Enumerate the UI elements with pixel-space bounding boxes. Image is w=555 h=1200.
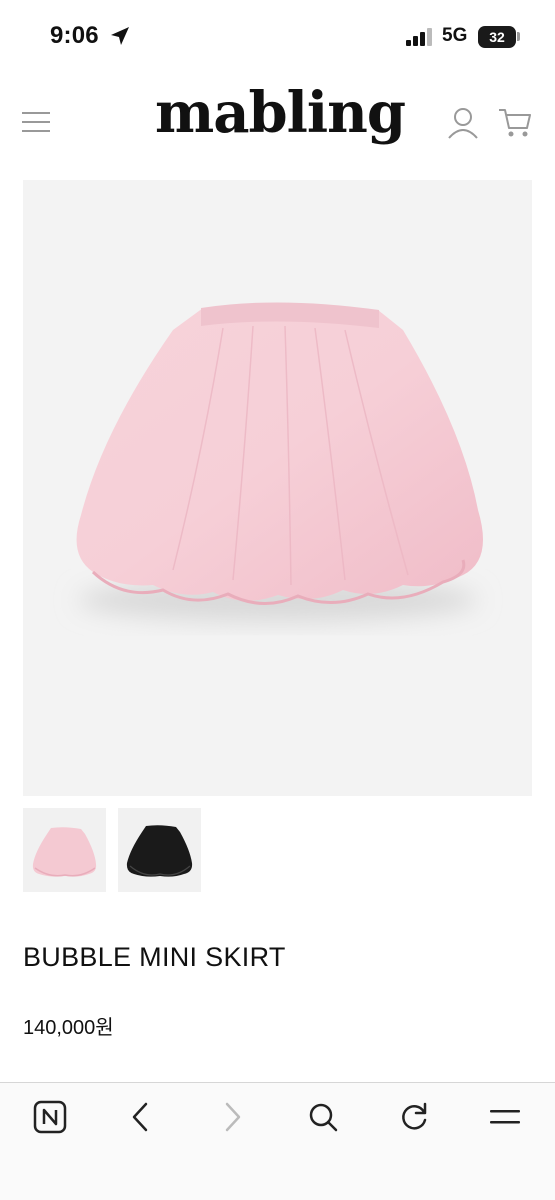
pink-skirt-thumbnail (32, 827, 97, 877)
brand-logo[interactable]: mabling (150, 80, 410, 146)
pink-skirt-illustration (76, 302, 484, 622)
black-skirt-thumbnail (126, 825, 193, 877)
forward-icon[interactable] (215, 1100, 249, 1134)
refresh-icon[interactable] (397, 1100, 431, 1134)
thumbnail-pink[interactable] (23, 808, 106, 892)
product-main-image[interactable] (23, 180, 532, 796)
product-title: BUBBLE MINI SKIRT (23, 942, 286, 972)
product-price: 140,000원 (23, 1017, 114, 1039)
menu-icon[interactable] (22, 110, 50, 134)
network-label: 5G (442, 25, 468, 46)
status-time: 9:06 (50, 22, 99, 49)
toolbar-divider (0, 1082, 555, 1083)
battery-tip (517, 32, 520, 41)
user-icon[interactable] (446, 106, 480, 140)
browser-toolbar (0, 1083, 555, 1200)
location-arrow-icon (111, 27, 129, 45)
back-icon[interactable] (124, 1100, 158, 1134)
thumbnail-black[interactable] (118, 808, 201, 892)
naver-icon[interactable] (33, 1100, 67, 1134)
menu-lines-icon[interactable] (488, 1100, 522, 1134)
signal-icon (406, 28, 432, 46)
search-icon[interactable] (306, 1100, 340, 1134)
battery-indicator: 32 (478, 26, 516, 48)
cart-icon[interactable] (497, 106, 533, 140)
